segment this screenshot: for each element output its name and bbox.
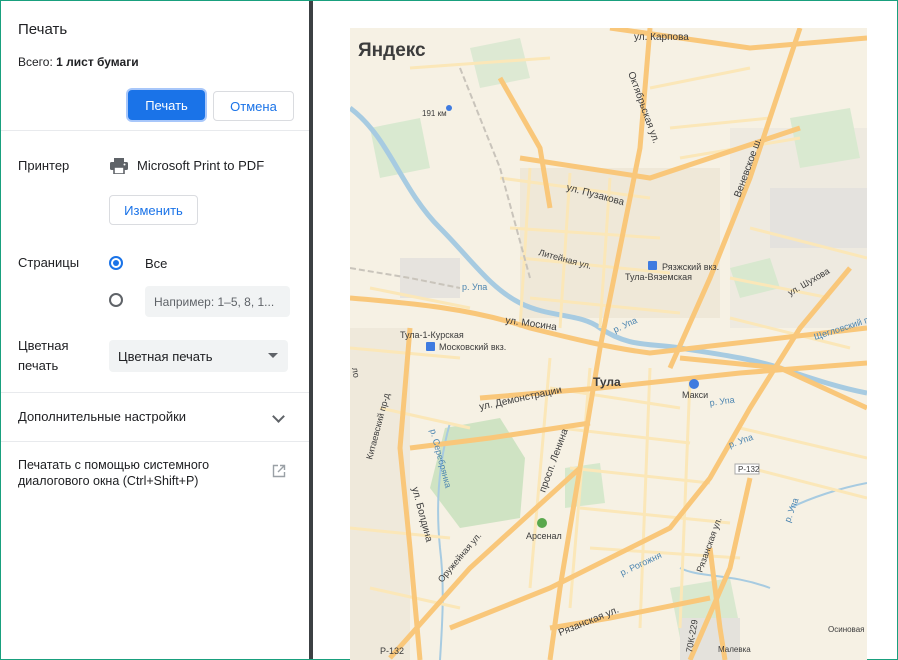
dropdown-arrow-icon [268, 353, 278, 358]
pages-all-radio[interactable] [109, 256, 123, 270]
print-button[interactable]: Печать [128, 90, 205, 120]
map-label: 191 км [422, 109, 447, 118]
map-label: Р-132 [738, 465, 760, 474]
cancel-button[interactable]: Отмена [213, 91, 294, 121]
color-label-line1: Цветная [18, 338, 69, 353]
pages-custom-input[interactable] [145, 286, 290, 317]
map-label: Арсенал [526, 531, 562, 541]
printer-name: Microsoft Print to PDF [137, 158, 265, 173]
pages-custom-radio[interactable] [109, 293, 123, 307]
railway-station-icon [426, 342, 435, 351]
pages-label: Страницы [18, 255, 80, 270]
change-printer-button[interactable]: Изменить [109, 195, 198, 225]
map-canvas: Яндекс ул. Карпова Октябрьская ул. Венев… [350, 28, 867, 660]
header-divider [1, 130, 309, 131]
system-dialog-label: Печатать с помощью системного диалоговог… [18, 458, 210, 488]
map-label: Осиновая [828, 625, 865, 634]
yandex-logo: Яндекс [358, 40, 426, 61]
summary-prefix: Всего: [18, 55, 57, 69]
color-mode-select[interactable]: Цветная печать [109, 340, 288, 372]
shop-icon [689, 379, 699, 389]
print-settings-panel: Печать Всего: 1 лист бумаги Печать Отмен… [1, 1, 309, 658]
map-label: Тула-1-Курская [400, 330, 464, 340]
map-label: Р-132 [380, 646, 404, 656]
railway-station-icon [648, 261, 657, 270]
stadium-icon [537, 518, 547, 528]
map-label: Тула-Вяземская [625, 272, 692, 282]
sheet-summary: Всего: 1 лист бумаги [18, 55, 139, 69]
map-city-label: Тула [593, 375, 621, 389]
map-label: р. Упа [462, 282, 487, 292]
printer-icon [110, 158, 128, 174]
chevron-down-icon [272, 410, 285, 423]
more-settings-label: Дополнительные настройки [18, 409, 187, 424]
station-icon [446, 105, 452, 111]
color-label-line2: печать [18, 358, 59, 373]
pages-all-label: Все [145, 256, 168, 271]
open-in-new-icon [272, 464, 286, 478]
map-label: Макси [682, 390, 708, 400]
dialog-title: Печать [18, 21, 68, 38]
map-label: Малевка [718, 645, 751, 654]
map-label: Московский вкз. [439, 342, 506, 352]
map-label: ул. Карпова [634, 32, 689, 43]
color-mode-value: Цветная печать [118, 348, 213, 364]
map-preview: Яндекс ул. Карпова Октябрьская ул. Венев… [350, 28, 867, 660]
map-label: ло [350, 367, 362, 379]
summary-value: 1 лист бумаги [56, 55, 139, 69]
system-dialog-link[interactable]: Печатать с помощью системного диалоговог… [1, 442, 309, 502]
printer-label: Принтер [18, 158, 70, 173]
map-label: Рязжский вкз. [662, 262, 719, 272]
more-settings-toggle[interactable]: Дополнительные настройки [1, 393, 309, 441]
